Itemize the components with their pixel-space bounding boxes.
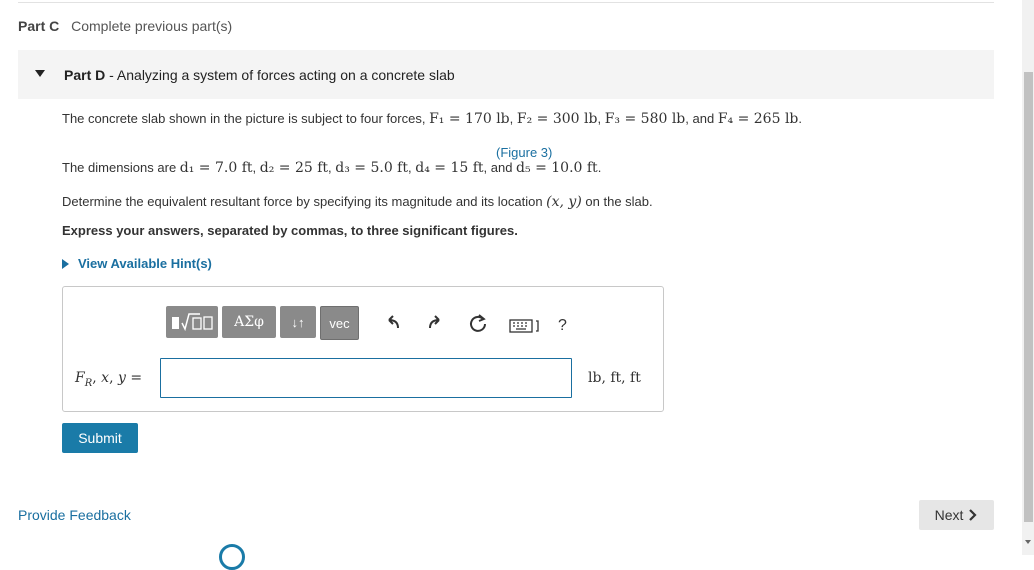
- answer-input[interactable]: [160, 358, 572, 398]
- figure-link[interactable]: (Figure 3): [496, 145, 552, 160]
- dim-d2: d₂ = 25 ft: [259, 160, 329, 176]
- field-label: FR, x, y =: [75, 370, 143, 389]
- undo-icon[interactable]: [384, 314, 402, 335]
- force-f3: F₃ = 580 lb: [604, 111, 686, 127]
- instruction-text: Express your answers, separated by comma…: [62, 223, 518, 238]
- force-f4: F₄ = 265 lb: [717, 111, 799, 127]
- greek-button[interactable]: ΑΣφ: [222, 306, 276, 338]
- part-c-header[interactable]: Part C Complete previous part(s): [18, 18, 232, 34]
- dim-d5: d₅ = 10.0 ft: [516, 160, 598, 176]
- part-c-status: Complete previous part(s): [71, 18, 233, 34]
- templates-icon: [172, 313, 213, 332]
- next-label: Next: [934, 507, 964, 523]
- forces-period: .: [798, 111, 803, 126]
- part-d-label: Part D: [64, 67, 106, 83]
- forces-and: , and: [685, 111, 718, 126]
- next-button[interactable]: Next: [919, 500, 994, 530]
- problem-question-line: Determine the equivalent resultant force…: [62, 194, 653, 210]
- collapse-triangle-icon[interactable]: [35, 70, 45, 77]
- logo-icon: [219, 544, 245, 570]
- units-label: lb, ft, ft: [588, 370, 641, 386]
- dim-d3: d₃ = 5.0 ft: [335, 160, 408, 176]
- hint-label: View Available Hint(s): [78, 256, 212, 271]
- provide-feedback-link[interactable]: Provide Feedback: [18, 507, 131, 523]
- scroll-down-arrow-icon[interactable]: [1025, 540, 1031, 544]
- question-suffix: on the slab.: [581, 194, 653, 209]
- problem-forces-line: The concrete slab shown in the picture i…: [62, 111, 803, 127]
- dim-d1: d₁ = 7.0 ft: [179, 160, 253, 176]
- dimensions-and: , and: [483, 160, 517, 175]
- expand-triangle-icon: [62, 258, 69, 269]
- question-math: (x, y): [546, 194, 582, 210]
- dimensions-period: .: [597, 160, 602, 175]
- top-divider: [18, 2, 994, 3]
- problem-dimensions-line: The dimensions are d₁ = 7.0 ft, d₂ = 25 …: [62, 160, 602, 176]
- view-hints-link[interactable]: View Available Hint(s): [62, 256, 212, 271]
- scrollbar-thumb[interactable]: [1024, 72, 1033, 522]
- vec-button[interactable]: vec: [320, 306, 359, 340]
- dimensions-prefix: The dimensions are: [62, 160, 180, 175]
- chevron-right-icon: [969, 509, 977, 521]
- part-d-header[interactable]: Part D - Analyzing a system of forces ac…: [18, 50, 994, 99]
- force-f1: F₁ = 170 lb: [429, 111, 510, 127]
- arrows-button[interactable]: ↓↑: [280, 306, 316, 338]
- force-f2: F₂ = 300 lb: [516, 111, 598, 127]
- part-d-title: Part D - Analyzing a system of forces ac…: [64, 67, 455, 83]
- reset-icon[interactable]: [468, 313, 488, 338]
- part-c-label: Part C: [18, 18, 60, 34]
- submit-button[interactable]: Submit: [62, 423, 138, 453]
- redo-icon[interactable]: [426, 314, 444, 335]
- dim-d4: d₄ = 15 ft: [415, 160, 484, 176]
- part-d-separator: -: [105, 67, 117, 83]
- answer-box: ΑΣφ ↓↑ vec ? FR, x, y = lb, ft, ft: [62, 286, 664, 412]
- part-d-title-text: Analyzing a system of forces acting on a…: [116, 67, 455, 83]
- forces-prefix: The concrete slab shown in the picture i…: [62, 111, 430, 126]
- question-prefix: Determine the equivalent resultant force…: [62, 194, 547, 209]
- templates-button[interactable]: [166, 306, 218, 338]
- keyboard-icon[interactable]: [509, 317, 541, 338]
- help-icon[interactable]: ?: [558, 317, 567, 335]
